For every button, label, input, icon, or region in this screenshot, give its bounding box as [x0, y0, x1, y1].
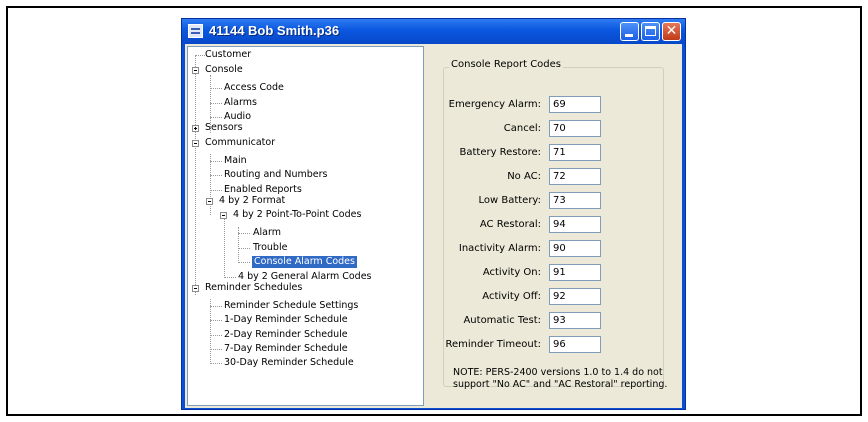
tree-item-routing[interactable]: Routing and Numbers — [224, 169, 327, 181]
collapse-icon[interactable] — [192, 67, 199, 74]
window-title: 41144 Bob Smith.p36 — [209, 23, 340, 38]
ac-restoral-input[interactable] — [549, 216, 601, 233]
field-label: Activity On: — [482, 267, 541, 278]
tree-line — [210, 117, 222, 118]
field-label: AC Restoral: — [479, 219, 541, 230]
tree-line — [210, 349, 222, 350]
tree-item-30-day-reminder[interactable]: 30-Day Reminder Schedule — [224, 357, 354, 369]
tree-line — [224, 277, 236, 278]
no-ac-input[interactable] — [549, 168, 601, 185]
expand-icon[interactable] — [192, 125, 199, 132]
tree-line — [238, 248, 250, 249]
application-window: 41144 Bob Smith.p36 ✕ Customer Console A… — [181, 18, 686, 410]
activity-off-input[interactable] — [549, 288, 601, 305]
field-label: Emergency Alarm: — [448, 99, 541, 110]
tree-item-point-to-point-codes[interactable]: 4 by 2 Point-To-Point Codes — [233, 209, 361, 221]
tree-line — [210, 103, 222, 104]
emergency-alarm-input[interactable] — [549, 96, 601, 113]
tree-item-customer[interactable]: Customer — [205, 49, 251, 61]
tree-item-reminder-schedules[interactable]: Reminder Schedules — [205, 282, 302, 294]
tree-line — [210, 299, 211, 364]
version-note: NOTE: PERS-2400 versions 1.0 to 1.4 do n… — [453, 367, 668, 390]
tree-item-trouble[interactable]: Trouble — [253, 242, 287, 254]
collapse-icon[interactable] — [206, 198, 213, 205]
maximize-icon — [645, 26, 656, 36]
tree-line — [210, 161, 222, 162]
collapse-icon[interactable] — [192, 285, 199, 292]
tree-item-communicator[interactable]: Communicator — [205, 137, 275, 149]
field-label: Cancel: — [503, 123, 541, 134]
field-label: Inactivity Alarm: — [458, 243, 541, 254]
tree-line — [210, 175, 222, 176]
reminder-timeout-input[interactable] — [549, 336, 601, 353]
tree-item-main[interactable]: Main — [224, 155, 247, 167]
tree-item-alarm[interactable]: Alarm — [253, 227, 281, 239]
tree-item-4by2-format[interactable]: 4 by 2 Format — [219, 195, 285, 207]
automatic-test-input[interactable] — [549, 312, 601, 329]
field-label: Automatic Test: — [463, 315, 541, 326]
battery-restore-input[interactable] — [549, 144, 601, 161]
tree-line — [224, 212, 225, 278]
activity-on-input[interactable] — [549, 264, 601, 281]
tree-line — [210, 320, 222, 321]
cancel-input[interactable] — [549, 120, 601, 137]
tree-item-reminder-settings[interactable]: Reminder Schedule Settings — [224, 300, 358, 312]
collapse-icon[interactable] — [220, 212, 227, 219]
navigation-tree[interactable]: Customer Console Access Code Alarms Audi… — [187, 46, 424, 406]
title-bar[interactable]: 41144 Bob Smith.p36 ✕ — [182, 19, 685, 44]
tree-item-access-code[interactable]: Access Code — [224, 82, 284, 94]
window-client-area: Customer Console Access Code Alarms Audi… — [185, 44, 682, 408]
tree-item-sensors[interactable]: Sensors — [205, 122, 243, 134]
tree-line — [238, 233, 250, 234]
maximize-button[interactable] — [641, 22, 660, 41]
tree-line — [210, 335, 222, 336]
field-label: No AC: — [507, 171, 541, 182]
close-button[interactable]: ✕ — [662, 22, 681, 41]
collapse-icon[interactable] — [192, 140, 199, 147]
field-label: Battery Restore: — [459, 147, 541, 158]
tree-line — [210, 154, 211, 215]
tree-line — [210, 363, 222, 364]
field-label: Activity Off: — [482, 291, 541, 302]
inactivity-alarm-input[interactable] — [549, 240, 601, 257]
field-label: Reminder Timeout: — [445, 339, 541, 350]
minimize-button[interactable] — [620, 22, 639, 41]
tree-item-7-day-reminder[interactable]: 7-Day Reminder Schedule — [224, 343, 348, 355]
tree-line — [195, 55, 205, 56]
low-battery-input[interactable] — [549, 192, 601, 209]
minimize-icon — [625, 34, 633, 37]
tree-line — [238, 262, 250, 263]
tree-line — [210, 306, 222, 307]
field-label: Low Battery: — [478, 195, 541, 206]
tree-item-console-alarm-codes[interactable]: Console Alarm Codes — [252, 256, 357, 268]
group-title: Console Report Codes — [449, 59, 564, 70]
settings-panel: Console Report Codes Emergency Alarm: Ca… — [429, 46, 679, 406]
tree-item-alarms[interactable]: Alarms — [224, 97, 257, 109]
tree-item-2-day-reminder[interactable]: 2-Day Reminder Schedule — [224, 329, 348, 341]
close-icon: ✕ — [665, 23, 678, 39]
tree-line — [210, 190, 222, 191]
tree-item-1-day-reminder[interactable]: 1-Day Reminder Schedule — [224, 314, 348, 326]
tree-line — [195, 55, 196, 295]
tree-line — [210, 88, 222, 89]
tree-item-console[interactable]: Console — [205, 64, 243, 76]
app-icon — [188, 24, 203, 38]
